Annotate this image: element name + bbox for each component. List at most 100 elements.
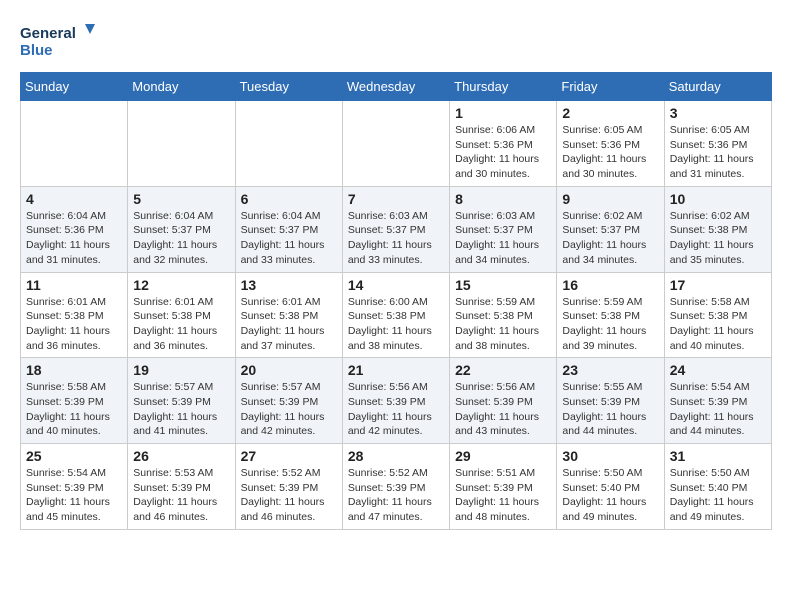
day-number: 7 [348,191,444,207]
calendar-cell [21,101,128,187]
day-info: Sunrise: 6:01 AMSunset: 5:38 PMDaylight:… [133,295,229,354]
day-number: 1 [455,105,551,121]
day-number: 4 [26,191,122,207]
day-info: Sunrise: 5:57 AMSunset: 5:39 PMDaylight:… [133,380,229,439]
day-info: Sunrise: 5:56 AMSunset: 5:39 PMDaylight:… [348,380,444,439]
calendar-table: SundayMondayTuesdayWednesdayThursdayFrid… [20,72,772,530]
day-number: 31 [670,448,766,464]
calendar-cell: 9Sunrise: 6:02 AMSunset: 5:37 PMDaylight… [557,186,664,272]
day-info: Sunrise: 6:05 AMSunset: 5:36 PMDaylight:… [562,123,658,182]
day-number: 10 [670,191,766,207]
calendar-cell: 2 Sunrise: 6:05 AMSunset: 5:36 PMDaylight… [557,101,664,187]
svg-text:General: General [20,25,76,42]
calendar-cell: 16 Sunrise: 5:59 AMSunset: 5:38 PMDayligh… [557,272,664,358]
day-number: 22 [455,362,551,378]
day-info: Sunrise: 5:52 AMSunset: 5:39 PMDaylight:… [348,466,444,525]
weekday-header-wednesday: Wednesday [342,73,449,101]
day-info: Sunrise: 5:58 AMSunset: 5:39 PMDaylight:… [26,380,122,439]
calendar-cell [235,101,342,187]
calendar-cell: 20 Sunrise: 5:57 AMSunset: 5:39 PMDayligh… [235,358,342,444]
day-info: Sunrise: 5:58 AMSunset: 5:38 PMDaylight:… [670,295,766,354]
calendar-cell: 6Sunrise: 6:04 AMSunset: 5:37 PMDaylight… [235,186,342,272]
day-info: Sunrise: 5:56 AMSunset: 5:39 PMDaylight:… [455,380,551,439]
day-number: 25 [26,448,122,464]
weekday-header-monday: Monday [128,73,235,101]
calendar-cell: 31Sunrise: 5:50 AMSunset: 5:40 PMDayligh… [664,444,771,530]
day-number: 15 [455,277,551,293]
calendar-cell [128,101,235,187]
day-info: Sunrise: 6:01 AMSunset: 5:38 PMDaylight:… [26,295,122,354]
calendar-cell: 24 Sunrise: 5:54 AMSunset: 5:39 PMDayligh… [664,358,771,444]
day-number: 28 [348,448,444,464]
calendar-cell: 1Sunrise: 6:06 AMSunset: 5:36 PMDaylight… [450,101,557,187]
calendar-cell: 25 Sunrise: 5:54 AMSunset: 5:39 PMDayligh… [21,444,128,530]
calendar-header: SundayMondayTuesdayWednesdayThursdayFrid… [21,73,772,101]
svg-text:Blue: Blue [20,42,53,59]
calendar-cell: 8 Sunrise: 6:03 AMSunset: 5:37 PMDaylight… [450,186,557,272]
day-number: 14 [348,277,444,293]
day-info: Sunrise: 5:53 AMSunset: 5:39 PMDaylight:… [133,466,229,525]
calendar-cell: 30Sunrise: 5:50 AMSunset: 5:40 PMDayligh… [557,444,664,530]
day-info: Sunrise: 5:51 AMSunset: 5:39 PMDaylight:… [455,466,551,525]
calendar-cell: 29 Sunrise: 5:51 AMSunset: 5:39 PMDayligh… [450,444,557,530]
day-info: Sunrise: 5:54 AMSunset: 5:39 PMDaylight:… [670,380,766,439]
day-number: 20 [241,362,337,378]
day-number: 2 [562,105,658,121]
calendar-week-4: 18Sunrise: 5:58 AMSunset: 5:39 PMDayligh… [21,358,772,444]
day-number: 19 [133,362,229,378]
day-info: Sunrise: 6:05 AMSunset: 5:36 PMDaylight:… [670,123,766,182]
day-number: 27 [241,448,337,464]
day-info: Sunrise: 6:00 AMSunset: 5:38 PMDaylight:… [348,295,444,354]
day-info: Sunrise: 5:52 AMSunset: 5:39 PMDaylight:… [241,466,337,525]
day-info: Sunrise: 5:54 AMSunset: 5:39 PMDaylight:… [26,466,122,525]
calendar-week-1: 1Sunrise: 6:06 AMSunset: 5:36 PMDaylight… [21,101,772,187]
day-info: Sunrise: 6:04 AMSunset: 5:37 PMDaylight:… [133,209,229,268]
calendar-cell: 3 Sunrise: 6:05 AMSunset: 5:36 PMDaylight… [664,101,771,187]
calendar-cell: 11Sunrise: 6:01 AMSunset: 5:38 PMDayligh… [21,272,128,358]
calendar-cell: 19 Sunrise: 5:57 AMSunset: 5:39 PMDayligh… [128,358,235,444]
day-info: Sunrise: 5:59 AMSunset: 5:38 PMDaylight:… [562,295,658,354]
calendar-cell: 13 Sunrise: 6:01 AMSunset: 5:38 PMDayligh… [235,272,342,358]
logo: General Blue [20,20,100,62]
calendar-cell: 23Sunrise: 5:55 AMSunset: 5:39 PMDayligh… [557,358,664,444]
calendar-cell: 5 Sunrise: 6:04 AMSunset: 5:37 PMDaylight… [128,186,235,272]
day-info: Sunrise: 6:04 AMSunset: 5:36 PMDaylight:… [26,209,122,268]
day-number: 6 [241,191,337,207]
logo-svg: General Blue [20,20,100,62]
day-info: Sunrise: 6:03 AMSunset: 5:37 PMDaylight:… [348,209,444,268]
calendar-cell: 12 Sunrise: 6:01 AMSunset: 5:38 PMDayligh… [128,272,235,358]
day-number: 29 [455,448,551,464]
day-number: 12 [133,277,229,293]
day-info: Sunrise: 6:01 AMSunset: 5:38 PMDaylight:… [241,295,337,354]
calendar-cell: 26Sunrise: 5:53 AMSunset: 5:39 PMDayligh… [128,444,235,530]
day-info: Sunrise: 5:55 AMSunset: 5:39 PMDaylight:… [562,380,658,439]
day-number: 9 [562,191,658,207]
day-number: 24 [670,362,766,378]
day-info: Sunrise: 6:02 AMSunset: 5:38 PMDaylight:… [670,209,766,268]
day-info: Sunrise: 6:03 AMSunset: 5:37 PMDaylight:… [455,209,551,268]
calendar-cell: 4 Sunrise: 6:04 AMSunset: 5:36 PMDaylight… [21,186,128,272]
calendar-cell: 28 Sunrise: 5:52 AMSunset: 5:39 PMDayligh… [342,444,449,530]
calendar-cell: 27 Sunrise: 5:52 AMSunset: 5:39 PMDayligh… [235,444,342,530]
weekday-header-thursday: Thursday [450,73,557,101]
weekday-header-row: SundayMondayTuesdayWednesdayThursdayFrid… [21,73,772,101]
calendar-week-3: 11Sunrise: 6:01 AMSunset: 5:38 PMDayligh… [21,272,772,358]
page-header: General Blue [20,20,772,62]
calendar-cell: 21 Sunrise: 5:56 AMSunset: 5:39 PMDayligh… [342,358,449,444]
day-number: 13 [241,277,337,293]
day-number: 5 [133,191,229,207]
day-number: 17 [670,277,766,293]
calendar-cell: 17 Sunrise: 5:58 AMSunset: 5:38 PMDayligh… [664,272,771,358]
day-number: 16 [562,277,658,293]
day-info: Sunrise: 5:59 AMSunset: 5:38 PMDaylight:… [455,295,551,354]
weekday-header-tuesday: Tuesday [235,73,342,101]
day-number: 8 [455,191,551,207]
day-number: 21 [348,362,444,378]
weekday-header-saturday: Saturday [664,73,771,101]
day-number: 30 [562,448,658,464]
calendar-cell: 18Sunrise: 5:58 AMSunset: 5:39 PMDayligh… [21,358,128,444]
day-number: 3 [670,105,766,121]
calendar-cell: 15 Sunrise: 5:59 AMSunset: 5:38 PMDayligh… [450,272,557,358]
day-info: Sunrise: 5:57 AMSunset: 5:39 PMDaylight:… [241,380,337,439]
calendar-cell [342,101,449,187]
